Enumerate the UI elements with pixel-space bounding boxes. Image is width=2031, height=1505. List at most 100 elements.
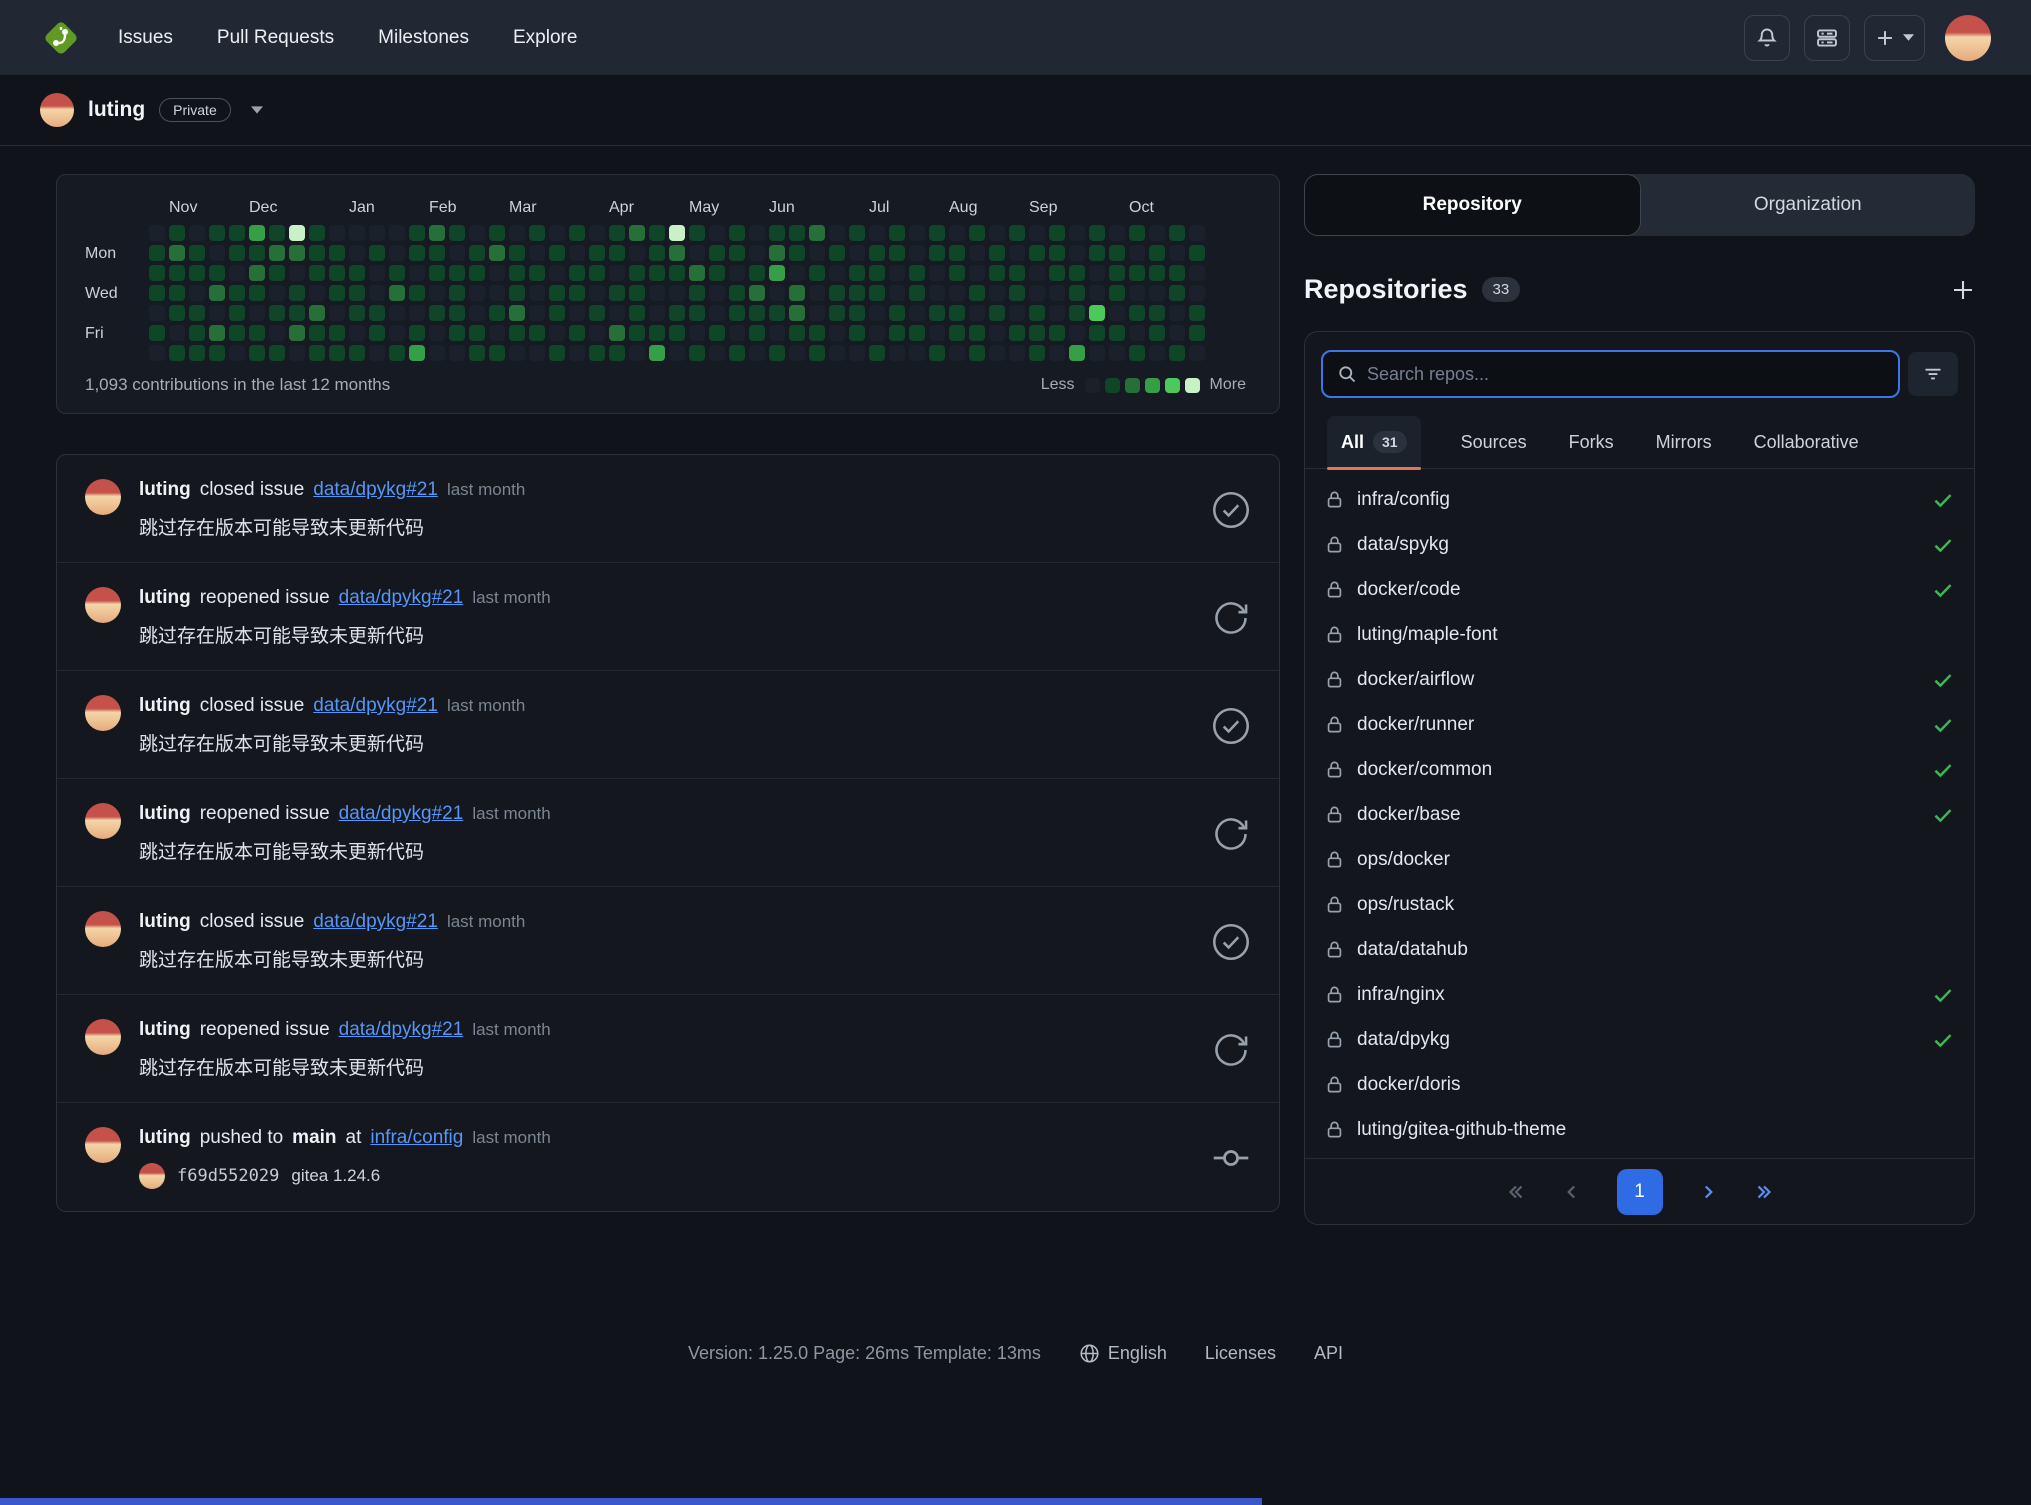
repo-row[interactable]: ops/docker [1325,837,1954,882]
repo-row[interactable]: infra/config [1325,477,1954,522]
feed-avatar[interactable] [85,695,121,731]
repo-name[interactable]: data/datahub [1357,939,1468,961]
feed-item-title: luting pushed to main at infra/config last mo… [139,1127,1207,1149]
repo-name[interactable]: docker/code [1357,579,1461,601]
repo-name[interactable]: docker/base [1357,804,1461,826]
feed-repo-link[interactable]: data/dpykg#21 [339,587,464,609]
new-repository-button[interactable] [1951,278,1975,302]
repo-filter-button[interactable] [1908,352,1958,396]
heatmap-cell [889,285,905,301]
nav-link-pull-requests[interactable]: Pull Requests [217,27,334,49]
bottom-scroll-bar[interactable] [0,1498,1262,1505]
heatmap-cell [189,225,205,241]
feed-username[interactable]: luting [139,695,191,717]
repo-row[interactable]: docker/doris [1325,1062,1954,1107]
gitea-logo-icon[interactable] [40,17,82,59]
footer-language-link[interactable]: English [1079,1343,1167,1364]
footer-licenses-link[interactable]: Licenses [1205,1343,1276,1364]
pagination-last-button[interactable] [1753,1181,1775,1203]
repo-name[interactable]: ops/rustack [1357,894,1454,916]
feed-username[interactable]: luting [139,803,191,825]
repo-name[interactable]: luting/gitea-github-theme [1357,1119,1566,1141]
feed-repo-link[interactable]: data/dpykg#21 [339,803,464,825]
tab-repository[interactable]: Repository [1304,174,1641,236]
filter-tab-count-badge: 31 [1373,431,1407,453]
repo-name[interactable]: infra/nginx [1357,984,1445,1006]
heatmap-cell [769,345,785,361]
feed-repo-link[interactable]: data/dpykg#21 [339,1019,464,1041]
repo-name[interactable]: data/spykg [1357,534,1449,556]
repo-row[interactable]: data/spykg [1325,522,1954,567]
repo-name[interactable]: luting/maple-font [1357,624,1497,646]
feed-avatar[interactable] [85,479,121,515]
pagination-prev-button[interactable] [1561,1181,1583,1203]
pagination-page-1[interactable]: 1 [1616,1168,1663,1215]
repo-name[interactable]: docker/runner [1357,714,1474,736]
feed-avatar[interactable] [85,587,121,623]
repo-row[interactable]: luting/gitea-github-theme [1325,1107,1954,1152]
repo-row[interactable]: docker/airflow [1325,657,1954,702]
feed-username[interactable]: luting [139,1127,191,1149]
heatmap-week [169,225,185,361]
repo-name[interactable]: infra/config [1357,489,1450,511]
repo-row[interactable]: infra/nginx [1325,972,1954,1017]
tab-organization[interactable]: Organization [1641,174,1976,236]
assigned-items-button[interactable] [1804,14,1850,61]
repo-row[interactable]: docker/runner [1325,702,1954,747]
notifications-button[interactable] [1744,14,1790,61]
repo-row[interactable]: docker/base [1325,792,1954,837]
heatmap-cell [749,285,765,301]
filter-tab-forks[interactable]: Forks [1567,416,1616,468]
repo-name[interactable]: ops/docker [1357,849,1450,871]
feed-avatar[interactable] [85,1019,121,1055]
feed-avatar[interactable] [85,1127,121,1163]
nav-link-milestones[interactable]: Milestones [378,27,469,49]
heatmap-cell [449,305,465,321]
repo-search-input[interactable] [1367,363,1884,385]
user-avatar[interactable] [1945,14,1991,61]
context-username[interactable]: luting [88,98,145,122]
feed-branch-name[interactable]: main [292,1127,336,1149]
create-new-button[interactable] [1864,14,1925,61]
footer-api-link[interactable]: API [1314,1343,1343,1364]
repo-row[interactable]: ops/rustack [1325,882,1954,927]
nav-link-explore[interactable]: Explore [513,27,577,49]
filter-tab-collaborative[interactable]: Collaborative [1752,416,1861,468]
repo-row[interactable]: docker/code [1325,567,1954,612]
repo-name[interactable]: data/dpykg [1357,1029,1450,1051]
heatmap-cell [1129,325,1145,341]
pagination-first-button[interactable] [1505,1181,1527,1203]
heatmap-cell [609,225,625,241]
nav-link-issues[interactable]: Issues [118,27,173,49]
repo-name[interactable]: docker/doris [1357,1074,1461,1096]
feed-username[interactable]: luting [139,911,191,933]
feed-username[interactable]: luting [139,587,191,609]
feed-username[interactable]: luting [139,479,191,501]
filter-tab-all[interactable]: All 31 [1327,416,1421,470]
feed-repo-link[interactable]: data/dpykg#21 [313,479,438,501]
feed-avatar[interactable] [85,911,121,947]
context-dropdown-caret[interactable] [250,106,263,114]
heatmap-cell [669,285,685,301]
feed-username[interactable]: luting [139,1019,191,1041]
feed-repo-link[interactable]: data/dpykg#21 [313,695,438,717]
feed-avatar[interactable] [85,803,121,839]
repo-row[interactable]: luting/maple-font [1325,612,1954,657]
commit-message: gitea 1.24.6 [291,1166,381,1185]
repo-row[interactable]: data/dpykg [1325,1017,1954,1062]
commit-sha[interactable]: f69d552029 [177,1166,279,1186]
heatmap-cell [989,345,1005,361]
feed-repo-link[interactable]: infra/config [370,1127,463,1149]
repo-name[interactable]: docker/airflow [1357,669,1474,691]
repo-row[interactable]: docker/common [1325,747,1954,792]
feed-repo-link[interactable]: data/dpykg#21 [313,911,438,933]
lock-icon [1325,490,1344,509]
filter-tab-sources[interactable]: Sources [1459,416,1529,468]
heatmap-cell [389,265,405,281]
heatmap-cell [609,285,625,301]
context-avatar[interactable] [40,93,74,127]
repo-row[interactable]: data/datahub [1325,927,1954,972]
repo-name[interactable]: docker/common [1357,759,1492,781]
pagination-next-button[interactable] [1697,1181,1719,1203]
filter-tab-mirrors[interactable]: Mirrors [1654,416,1714,468]
